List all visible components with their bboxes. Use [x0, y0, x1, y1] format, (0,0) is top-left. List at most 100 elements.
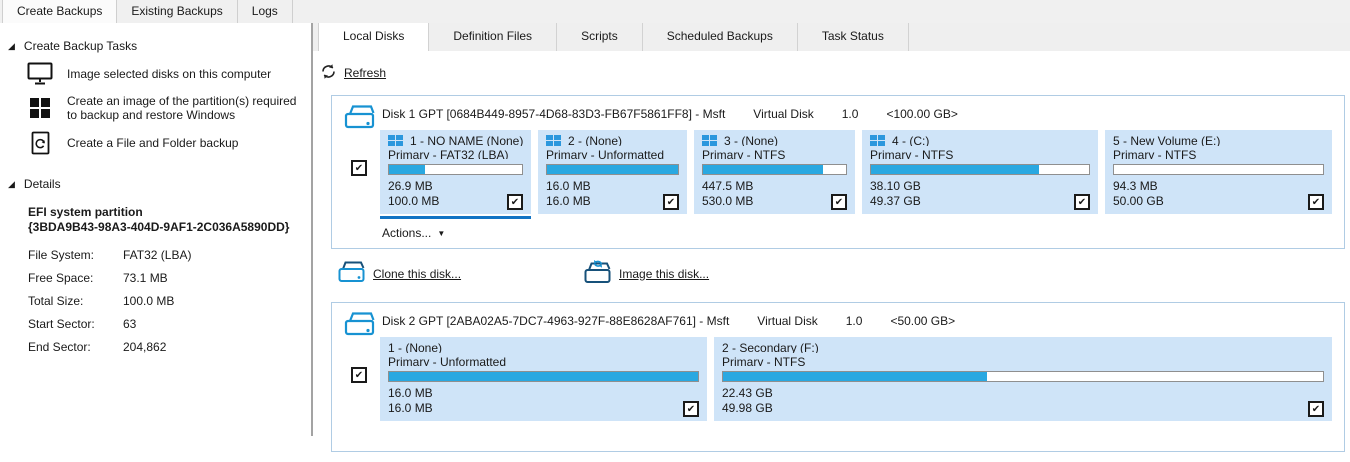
task-image-windows-partitions[interactable]: Create an image of the partition(s) requ…: [26, 94, 299, 122]
disk-1-checkbox[interactable]: ✔: [351, 160, 367, 176]
tab-create-backups[interactable]: Create Backups: [2, 0, 117, 23]
file-refresh-icon: [26, 131, 54, 155]
main-tab-bar: Local Disks Definition Files Scripts Sch…: [313, 23, 1350, 51]
partition-tile-2[interactable]: 2 - Secondary (F:) Primary - NTFS 22.43 …: [714, 337, 1332, 421]
image-disk-action[interactable]: Image this disk...: [583, 259, 709, 288]
task-label: Create a File and Folder backup: [67, 136, 238, 150]
total-size: 50.00 GB: [1113, 194, 1164, 210]
used-size: 447.5 MB: [702, 179, 753, 195]
prop-value: 100.0 MB: [123, 294, 303, 308]
prop-label: Free Space:: [28, 271, 123, 285]
disk-1-panel: ✔ Disk 1 GPT [0684B449-8957-4D68-83D3-FB…: [331, 95, 1345, 249]
partition-tile-2[interactable]: 2 - (None) Primary - Unformatted 16.0 MB…: [538, 130, 687, 214]
partition-sizes: 447.5 MB 530.0 MB: [702, 179, 753, 210]
tab-scripts[interactable]: Scripts: [557, 23, 643, 51]
disk-title: Disk 1 GPT [0684B449-8957-4D68-83D3-FB67…: [382, 107, 725, 121]
image-disk-icon: [583, 259, 611, 288]
refresh-link[interactable]: Refresh: [344, 66, 386, 80]
partition-tile-1[interactable]: 1 - (None) Primary - Unformatted 16.0 MB…: [380, 337, 707, 421]
partition-sizes: 94.3 MB 50.00 GB: [1113, 179, 1164, 210]
tab-local-disks[interactable]: Local Disks: [318, 23, 429, 51]
partition-tile-3[interactable]: 3 - (None) Primary - NTFS 447.5 MB 530.0…: [694, 130, 855, 214]
partition-details: EFI system partition {3BDA9B43-98A3-404D…: [28, 205, 303, 354]
used-size: 22.43 GB: [722, 386, 773, 402]
partition-name: 4 - (C:): [892, 135, 929, 146]
partition-tile-1[interactable]: 1 - NO NAME (None) Primary - FAT32 (LBA)…: [380, 130, 531, 214]
monitor-icon: [26, 62, 54, 85]
task-image-selected-disks[interactable]: Image selected disks on this computer: [26, 62, 299, 85]
total-size: 16.0 MB: [546, 194, 591, 210]
actions-label: Actions...: [382, 226, 431, 240]
create-backup-tasks-label: Create Backup Tasks: [24, 39, 137, 53]
prop-value: FAT32 (LBA): [123, 248, 303, 262]
windows-flag-icon: [546, 135, 561, 146]
partition-sizes: 16.0 MB 16.0 MB: [546, 179, 591, 210]
used-size: 94.3 MB: [1113, 179, 1164, 195]
partition-name: 1 - NO NAME (None): [410, 135, 523, 146]
partition-sizes: 38.10 GB 49.37 GB: [870, 179, 921, 210]
tab-definition-files[interactable]: Definition Files: [429, 23, 557, 51]
partition-checkbox[interactable]: ✔: [1074, 194, 1090, 210]
sidebar: ◢ Create Backup Tasks Image selected dis…: [0, 23, 311, 436]
disk-title: Disk 2 GPT [2ABA02A5-7DC7-4963-927F-88E8…: [382, 314, 729, 328]
partition-tile-4[interactable]: 4 - (C:) Primary - NTFS 38.10 GB 49.37 G…: [862, 130, 1098, 214]
partition-checkbox[interactable]: ✔: [683, 401, 699, 417]
tab-scheduled-backups[interactable]: Scheduled Backups: [643, 23, 798, 51]
clone-disk-link[interactable]: Clone this disk...: [373, 267, 461, 281]
actions-dropdown[interactable]: Actions... ▼: [382, 226, 1332, 240]
expander-icon: ◢: [8, 180, 15, 189]
details-header[interactable]: ◢ Details: [8, 177, 307, 191]
partition-name: 5 - New Volume (E:): [1113, 135, 1220, 146]
partition-type: Primary - NTFS: [722, 355, 1324, 365]
create-backup-tasks-header[interactable]: ◢ Create Backup Tasks: [8, 39, 307, 53]
disk-2-header: Disk 2 GPT [2ABA02A5-7DC7-4963-927F-88E8…: [380, 311, 1332, 337]
chevron-down-icon: ▼: [437, 229, 445, 238]
partition-checkbox[interactable]: ✔: [1308, 194, 1324, 210]
disk-version: 1.0: [846, 314, 863, 328]
refresh-icon[interactable]: [320, 63, 337, 83]
partition-type: Primary - NTFS: [702, 148, 847, 158]
prop-label: Total Size:: [28, 294, 123, 308]
partition-name: 3 - (None): [724, 135, 778, 146]
hard-drive-icon: [343, 311, 375, 341]
partition-sizes: 22.43 GB 49.98 GB: [722, 386, 773, 417]
partition-sizes: 26.9 MB 100.0 MB: [388, 179, 439, 210]
usage-bar: [702, 164, 847, 175]
total-size: 100.0 MB: [388, 194, 439, 210]
expander-icon: ◢: [8, 42, 15, 51]
partition-name: 1 - (None): [388, 342, 442, 353]
total-size: 530.0 MB: [702, 194, 753, 210]
hard-drive-icon: [343, 104, 375, 134]
image-disk-link[interactable]: Image this disk...: [619, 267, 709, 281]
task-file-folder-backup[interactable]: Create a File and Folder backup: [26, 131, 299, 155]
total-size: 16.0 MB: [388, 401, 433, 417]
usage-bar: [870, 164, 1090, 175]
partition-name: 2 - Secondary (F:): [722, 342, 819, 353]
prop-label: End Sector:: [28, 340, 123, 354]
partition-type: Primary - NTFS: [1113, 148, 1324, 158]
disk-version: 1.0: [842, 107, 859, 121]
partition-checkbox[interactable]: ✔: [1308, 401, 1324, 417]
tab-existing-backups[interactable]: Existing Backups: [117, 0, 237, 23]
partition-checkbox[interactable]: ✔: [831, 194, 847, 210]
used-size: 16.0 MB: [546, 179, 591, 195]
tab-logs[interactable]: Logs: [238, 0, 293, 23]
clone-disk-icon: [337, 260, 365, 287]
usage-bar: [388, 371, 699, 382]
total-size: 49.37 GB: [870, 194, 921, 210]
windows-logo-icon: [26, 98, 54, 118]
tab-task-status[interactable]: Task Status: [798, 23, 909, 51]
prop-value: 204,862: [123, 340, 303, 354]
disk-bus: Virtual Disk: [757, 314, 817, 328]
usage-bar: [546, 164, 679, 175]
disk-actions-row: Clone this disk... Image this disk: [337, 259, 1345, 288]
disk-size: <100.00 GB>: [886, 107, 957, 121]
partition-tile-5[interactable]: 5 - New Volume (E:) Primary - NTFS 94.3 …: [1105, 130, 1332, 214]
usage-bar: [1113, 164, 1324, 175]
partition-type: Primary - Unformatted: [388, 355, 699, 365]
partition-checkbox[interactable]: ✔: [507, 194, 523, 210]
partition-type: Primary - Unformatted: [546, 148, 679, 158]
clone-disk-action[interactable]: Clone this disk...: [337, 260, 461, 287]
partition-checkbox[interactable]: ✔: [663, 194, 679, 210]
disk-2-checkbox[interactable]: ✔: [351, 367, 367, 383]
